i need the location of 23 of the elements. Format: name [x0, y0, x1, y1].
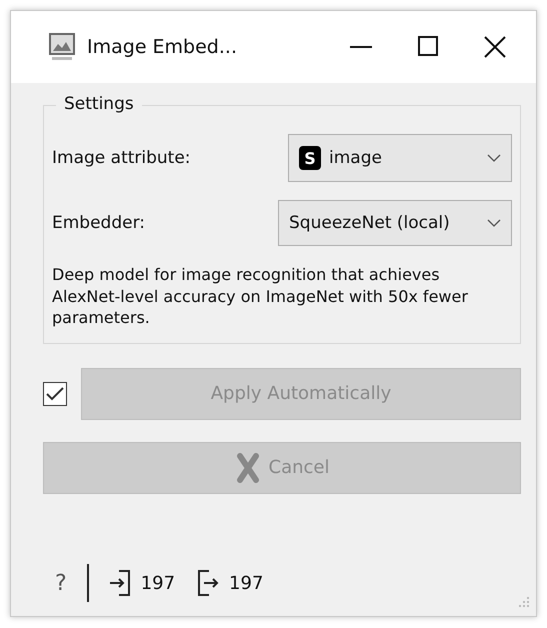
- output-count: 197: [229, 572, 264, 594]
- type-badge: S: [299, 146, 321, 170]
- chevron-down-icon: [487, 218, 501, 228]
- help-icon[interactable]: ?: [55, 570, 67, 596]
- maximize-icon[interactable]: [418, 36, 438, 56]
- group-title: Settings: [56, 94, 142, 114]
- input-icon: [108, 570, 131, 596]
- cross-icon: [234, 452, 260, 483]
- image-attribute-dropdown[interactable]: S image: [288, 134, 512, 182]
- check-icon: [46, 386, 64, 401]
- chevron-down-icon: [487, 154, 501, 162]
- description-text: Deep model for image recognition that achieves AlexNet-level accuracy on ImageNet with 50x fewer parameters.: [52, 264, 469, 329]
- field-label: Embedder:: [52, 213, 146, 233]
- window-title: Image Embed...: [87, 36, 237, 58]
- dropdown-value: image: [329, 148, 383, 168]
- field-label: Image attribute:: [52, 148, 192, 168]
- input-count: 197: [140, 572, 176, 594]
- resize-grip-icon[interactable]: [516, 596, 530, 610]
- embedder-dropdown[interactable]: SqueezeNet (local): [278, 200, 512, 246]
- dropdown-value: SqueezeNet (local): [289, 213, 451, 233]
- image-icon: [49, 33, 75, 61]
- output-icon: [197, 570, 220, 596]
- close-icon[interactable]: [484, 36, 506, 58]
